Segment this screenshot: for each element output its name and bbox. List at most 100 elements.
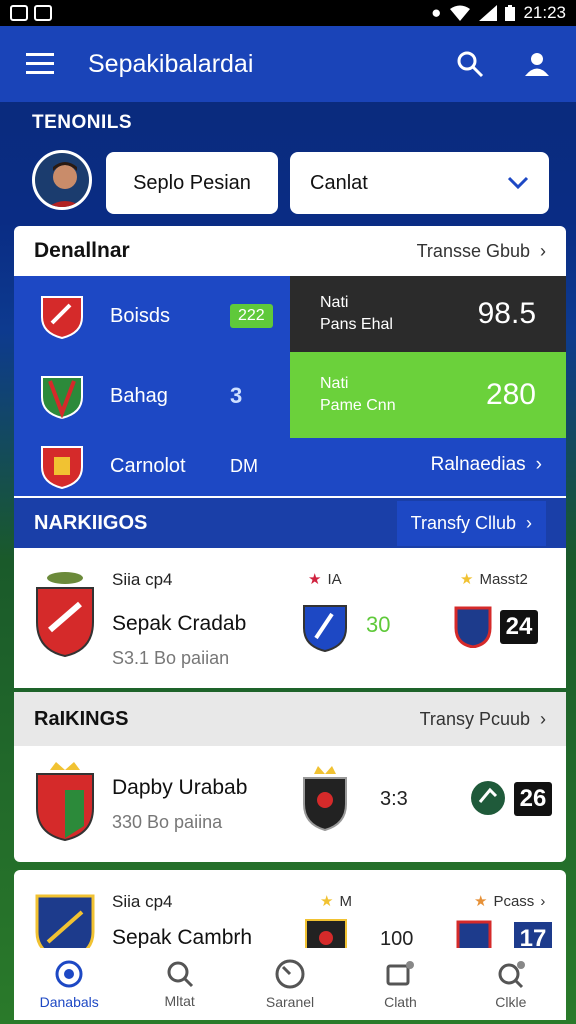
stat-label-1: Nati [320,294,349,311]
filter-dropdown[interactable]: Canlat [290,152,549,214]
bottom-nav: Danabals Mltat Saranel Clath Clkle [14,948,566,1020]
match-name: Sepak Cambrh [112,926,253,949]
match-card[interactable]: Siia cp4 Sepak Cambrh ★ M 100 ★ Pcass › 17 [14,870,566,960]
star-icon: ★ [308,571,322,588]
team-badge: DM [230,455,258,476]
rankings-link-label: Transy Pcuub [419,708,530,729]
rankings-link-label: Transfy Cllub [410,512,516,533]
stat-tile-dark[interactable]: Nati Pans Ehal 98.5 [290,276,566,352]
rankings-heading: RaIKINGS [34,707,129,730]
filter-pill-primary[interactable]: Seplo Pesian [106,152,278,214]
rank-badge: 24 [500,610,538,644]
account-icon[interactable] [524,51,550,77]
team-row[interactable]: Bahag 3 [40,356,242,436]
stat-tile-green[interactable]: Nati Pame Cnn 280 [290,352,566,438]
rankings-header: RaIKINGS Transy Pcuub › [14,692,566,746]
match-mid-score: 3:3 [380,788,408,810]
match-sub: S3.1 Bo paiian [112,648,230,668]
match-name: Dapby Urabab [112,776,248,799]
match-title: Siia cp4 [112,570,173,589]
team-crest-icon [36,572,94,658]
app-title: Sepakibalardai [88,49,254,78]
wifi-icon [450,5,471,21]
nav-label: Clath [384,994,417,1010]
stat-label-2: Pans Ehal [320,316,393,333]
stat-value: 98.5 [477,297,536,330]
nav-item-home[interactable]: Danabals [14,948,124,1020]
team-crest-icon [41,376,83,419]
match-sub: 330 Bo paiina [112,812,223,832]
details-link-label: Ralnaedias [430,454,526,475]
card-heading: Denallnar [34,239,130,262]
team-crest-icon [471,781,505,815]
star-icon: ★ [460,571,474,588]
card-header: Denallnar Transse Gbub › [14,226,566,276]
team-crest-icon [36,762,94,842]
chat-icon [386,961,415,986]
section-label: TENONILS [32,112,133,133]
rankings-link[interactable]: Transfy Cllub › [396,500,546,546]
nav-item-chat[interactable]: Clath [345,948,455,1020]
filter-dropdown-value: Canlat [310,171,368,194]
status-bar: ● 21:23 [0,0,576,26]
home-icon [55,960,83,988]
rankings-link[interactable]: Transy Pcuub › [420,709,546,730]
match-mid-label: ★ IA [308,570,342,589]
chevron-right-icon: › [526,512,532,533]
menu-icon[interactable] [26,53,54,75]
filter-pill-primary-label: Seplo Pesian [133,171,251,194]
details-link[interactable]: Ralnaedias › [431,454,542,476]
nav-label: Clkle [495,994,527,1010]
rankings-header: NARKIIGOS Transfy Cllub › [14,498,566,548]
nav-label: Mltat [164,993,195,1009]
team-crest-icon [303,766,347,832]
match-mid-score: 30 [366,612,391,637]
match-mid-label-text: IA [327,570,342,588]
star-icon: ★ [474,893,488,910]
stat-value: 280 [485,378,536,411]
alarm-icon: ● [431,3,442,22]
chevron-right-icon: › [540,240,546,261]
search-icon[interactable] [456,50,484,78]
avatar[interactable] [32,150,92,210]
team-crest-icon [41,446,83,489]
team-badge: 222 [230,304,273,328]
match-mid-label: ★ M [320,892,352,911]
app-bar: Sepakibalardai [0,26,576,102]
chevron-right-icon: › [540,708,546,729]
match-card[interactable]: Dapby Urabab 330 Bo paiina 3:3 26 [14,746,566,862]
photo-notification-icon [34,5,52,21]
team-crest-icon [454,606,492,648]
rank-badge: 26 [514,782,552,816]
nav-item-search[interactable]: Mltat [124,948,234,1020]
search-icon [167,961,193,988]
match-card[interactable]: Siia cp4 Sepak Cradab S3.1 Bo paiian ★ IA… [14,548,566,688]
match-mid-label-text: M [339,892,352,910]
gallery-notification-icon [10,5,28,21]
match-right-label: ★ Pcass › [474,892,546,911]
team-crest-icon [41,296,83,339]
card-header-link-label: Transse Gbub [416,240,530,261]
match-right-label-text: Masst2 [479,570,528,588]
card-header-link[interactable]: Transse Gbub › [417,241,546,262]
team-name: Boisds [110,304,171,327]
chevron-down-icon [507,176,529,190]
match-name: Sepak Cradab [112,612,247,635]
chevron-right-icon: › [540,892,546,910]
rankings-heading: NARKIIGOS [34,511,148,534]
team-row[interactable]: Boisds 222 [40,276,273,356]
nav-label: Saranel [265,994,315,1010]
nav-item-gauge[interactable]: Saranel [235,948,345,1020]
signal-icon [479,5,498,21]
stat-label-1: Nati [320,375,349,392]
match-title: Siia cp4 [112,892,173,911]
team-badge: 3 [230,383,243,408]
team-crest-icon [303,605,347,652]
match-right-label: ★ Masst2 [460,570,528,589]
clock-text: 21:23 [523,3,566,22]
star-icon: ★ [320,893,334,910]
team-row[interactable]: Carnolot DM [40,426,258,506]
nav-item-profile[interactable]: Clkle [456,948,566,1020]
chevron-right-icon: › [535,454,542,475]
team-name: Carnolot [110,454,186,477]
